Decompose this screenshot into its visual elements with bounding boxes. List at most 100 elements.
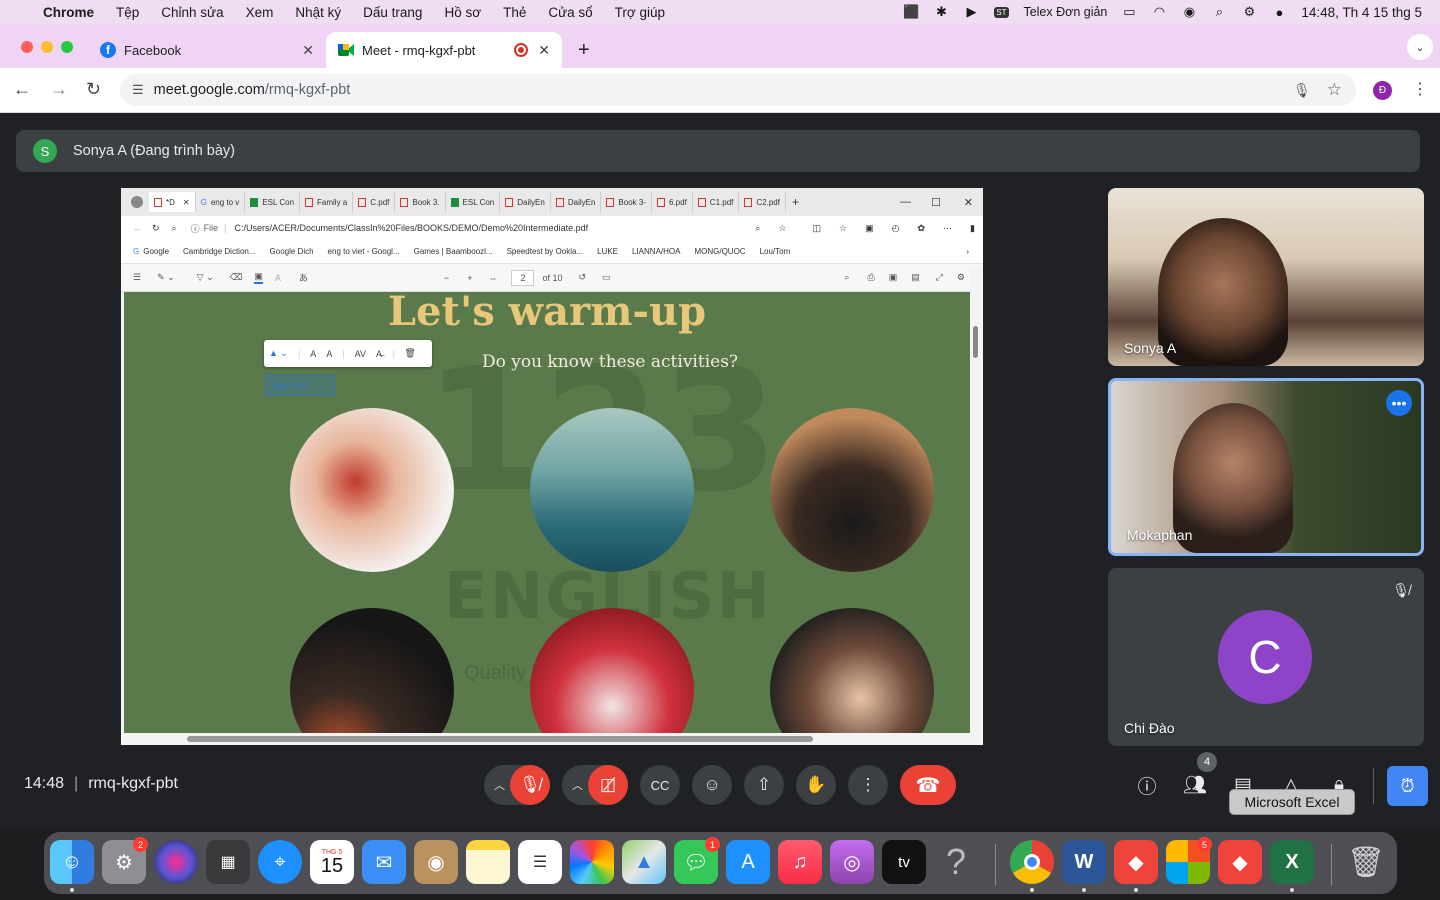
video-settings-button[interactable]: ︿ ◫̸ bbox=[562, 765, 628, 805]
pdf-text-box: Type text bbox=[265, 374, 335, 396]
shared-bookmark: Google bbox=[143, 247, 170, 256]
shared-tab-label: DailyEn bbox=[517, 197, 545, 207]
profile-avatar[interactable]: Đ bbox=[1373, 81, 1392, 100]
trash-icon[interactable]: 🗑︎ bbox=[1344, 840, 1388, 884]
menu-window[interactable]: Cửa sổ bbox=[537, 5, 603, 20]
menu-app-name[interactable]: Chrome bbox=[32, 5, 105, 20]
shared-screen[interactable]: *D ✕ Geng to v ESL Con Family a C.pdf Boo… bbox=[121, 188, 983, 745]
back-arrow-icon[interactable]: ← bbox=[13, 79, 31, 100]
close-tab-icon[interactable]: ✕ bbox=[538, 42, 550, 59]
site-info-icon[interactable]: ☰ bbox=[132, 82, 144, 98]
alarm-clock-icon[interactable]: ⏰︎ bbox=[1387, 766, 1428, 806]
shared-horizontal-scrollbar bbox=[121, 733, 983, 745]
input-method-label[interactable]: Telex Đơn giản bbox=[1023, 5, 1107, 19]
chevron-up-icon[interactable]: ︿ bbox=[494, 777, 505, 793]
shared-reload-icon: ↻ bbox=[152, 222, 160, 233]
reload-icon[interactable]: ↻ bbox=[86, 79, 101, 100]
emoji-button[interactable]: ☺ bbox=[692, 765, 732, 805]
app-store-icon[interactable]: A bbox=[726, 840, 770, 884]
more-options-icon[interactable]: ⋮ bbox=[848, 765, 888, 805]
shared-split-icon: ◫ bbox=[812, 222, 822, 233]
captions-button[interactable]: CC bbox=[640, 765, 680, 805]
shared-tab-label: ESL Con bbox=[262, 197, 295, 207]
calendar-icon[interactable]: THG 5 15 bbox=[310, 840, 354, 884]
word-icon[interactable]: W bbox=[1062, 840, 1106, 884]
mail-icon[interactable]: ✉ bbox=[362, 840, 406, 884]
menu-history[interactable]: Nhật ký bbox=[284, 5, 352, 20]
chrome-menu-icon[interactable]: ⋮ bbox=[1412, 79, 1428, 99]
minimize-window-button[interactable] bbox=[41, 41, 53, 53]
reminders-icon[interactable]: ☰ bbox=[518, 840, 562, 884]
help-icon[interactable]: ? bbox=[934, 840, 978, 884]
raise-hand-button[interactable]: ✋ bbox=[796, 765, 836, 805]
menu-view[interactable]: Xem bbox=[235, 5, 285, 20]
strike-icon: A̶ bbox=[376, 348, 383, 359]
contacts-icon[interactable]: ◉ bbox=[414, 840, 458, 884]
chevron-up-icon[interactable]: ︿ bbox=[572, 777, 583, 793]
participant-tile-chi-dao[interactable]: 🎙︎̸ C Chi Đào bbox=[1108, 568, 1424, 746]
close-tab-icon[interactable]: ✕ bbox=[302, 42, 314, 59]
address-bar[interactable]: ☰ meet.google.com/rmq-kgxf-pbt 🎙︎ ☆ bbox=[120, 74, 1356, 106]
more-options-button[interactable]: ••• bbox=[1386, 390, 1412, 416]
podcasts-icon[interactable]: ◎ bbox=[830, 840, 874, 884]
menu-profiles[interactable]: Hồ sơ bbox=[433, 5, 492, 20]
participant-tile-sonya[interactable]: Sonya A bbox=[1108, 188, 1424, 366]
mic-off-button[interactable]: 🎙︎̸ bbox=[510, 765, 550, 805]
shared-more-icon: ⋯ bbox=[943, 222, 953, 233]
menu-help[interactable]: Trợ giúp bbox=[604, 5, 676, 20]
user-icon[interactable]: ◉ bbox=[1181, 4, 1197, 19]
close-window-button[interactable] bbox=[21, 41, 33, 53]
finder-icon[interactable]: ☺ bbox=[50, 840, 94, 884]
siri-icon[interactable]: ● bbox=[1271, 5, 1287, 20]
meeting-details-icon[interactable]: ⓘ bbox=[1131, 769, 1163, 801]
photos-icon[interactable] bbox=[570, 840, 614, 884]
dock-tooltip: Microsoft Excel bbox=[1229, 789, 1355, 815]
bluetooth-off-icon[interactable]: ✱ bbox=[933, 4, 949, 19]
screen-recorder-icon[interactable]: ⬛ bbox=[903, 4, 919, 19]
chrome-tabbar: f Facebook ✕ Meet - rmq-kgxf-pbt ✕ + ⌄ bbox=[0, 24, 1440, 68]
launchpad-icon[interactable]: ▦ bbox=[206, 840, 250, 884]
play-icon[interactable]: ▶ bbox=[963, 4, 979, 19]
safari-icon[interactable]: ⌖ bbox=[258, 840, 302, 884]
microphone-icon[interactable]: 🎙︎ bbox=[1293, 82, 1311, 99]
tab-facebook[interactable]: f Facebook ✕ bbox=[88, 32, 326, 68]
audio-settings-button[interactable]: ︿ 🎙︎̸ bbox=[484, 765, 550, 805]
pdf-draw-icon: ▽ ⌄ bbox=[196, 272, 214, 282]
wifi-icon[interactable]: ◠ bbox=[1151, 4, 1167, 19]
menu-file[interactable]: Tệp bbox=[105, 5, 150, 20]
tab-meet[interactable]: Meet - rmq-kgxf-pbt ✕ bbox=[326, 32, 562, 68]
zoom-window-button[interactable] bbox=[61, 41, 73, 53]
new-tab-button[interactable]: + bbox=[566, 32, 602, 68]
anydesk-icon-2[interactable]: ◆ bbox=[1218, 840, 1262, 884]
maps-icon[interactable]: ▲ bbox=[622, 840, 666, 884]
anydesk-icon[interactable]: ◆ bbox=[1114, 840, 1158, 884]
notes-icon[interactable] bbox=[466, 840, 510, 884]
menubar-clock[interactable]: 14:48, Th 4 15 thg 5 bbox=[1301, 5, 1422, 20]
music-icon[interactable]: ♫ bbox=[778, 840, 822, 884]
control-center-icon[interactable]: ⚙ bbox=[1241, 4, 1257, 19]
leave-call-button[interactable]: ☎ bbox=[900, 765, 956, 805]
menu-bookmarks[interactable]: Dấu trang bbox=[352, 5, 433, 20]
camera-off-button[interactable]: ◫̸ bbox=[588, 765, 628, 805]
shared-tab: 6.pdf bbox=[652, 192, 693, 212]
siri-icon[interactable] bbox=[154, 840, 198, 884]
menu-tab[interactable]: Thẻ bbox=[492, 5, 537, 20]
forward-arrow-icon[interactable]: → bbox=[50, 79, 68, 100]
menu-edit[interactable]: Chỉnh sửa bbox=[150, 5, 234, 20]
present-screen-button[interactable]: ⇧ bbox=[744, 765, 784, 805]
excel-icon[interactable]: X bbox=[1270, 840, 1314, 884]
pdf-icon bbox=[657, 197, 665, 207]
participant-tile-mokaphan[interactable]: ••• Mokaphan bbox=[1108, 378, 1424, 556]
tab-search-button[interactable]: ⌄ bbox=[1407, 34, 1433, 60]
chrome-icon[interactable] bbox=[1010, 840, 1054, 884]
input-method-icon[interactable]: ST bbox=[993, 5, 1009, 19]
spotlight-search-icon[interactable]: ⌕ bbox=[1211, 4, 1227, 19]
shared-minimize-icon: — bbox=[900, 196, 911, 208]
apple-tv-icon[interactable]: tv bbox=[882, 840, 926, 884]
bookmark-star-icon[interactable]: ☆ bbox=[1327, 80, 1342, 100]
pdf-layout-icon: ▭ bbox=[602, 272, 611, 282]
presenter-label: Sonya A (Đang trình bày) bbox=[73, 143, 236, 159]
people-icon[interactable]: 👥︎ bbox=[1179, 769, 1211, 801]
battery-icon[interactable]: ▭ bbox=[1121, 4, 1137, 19]
shared-address-prefix: File bbox=[203, 223, 219, 233]
